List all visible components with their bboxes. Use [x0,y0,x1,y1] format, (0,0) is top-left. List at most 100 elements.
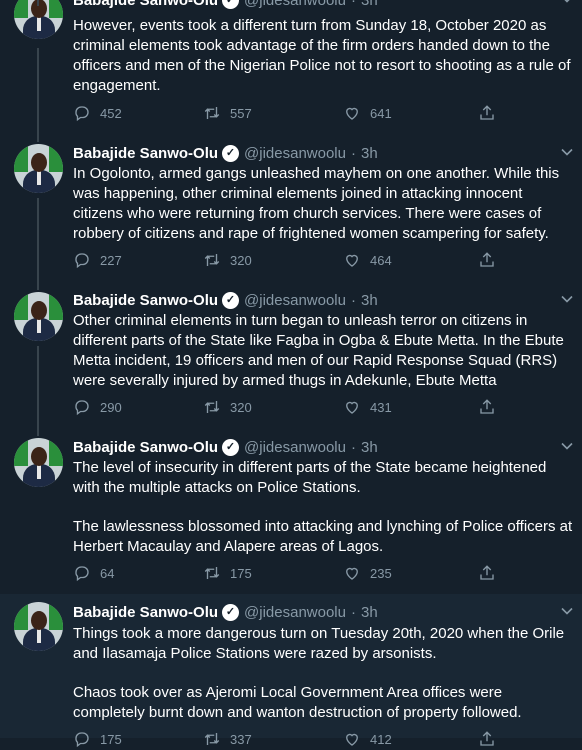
share-button[interactable] [478,104,505,122]
tweet-header: Babajide Sanwo-Olu ✓ @jidesanwoolu · 3h [73,0,378,10]
tweet-header: Babajide Sanwo-Olu ✓ @jidesanwoolu · 3h [73,144,378,162]
author-handle[interactable]: @jidesanwoolu [244,145,346,162]
tweet-text: However, events took a different turn fr… [73,17,571,94]
retweet-icon [204,107,220,119]
thread-line [37,198,39,290]
reply-count: 227 [100,252,122,268]
like-count: 641 [370,105,392,121]
verified-badge-icon: ✓ [222,438,240,456]
retweet-icon [204,254,220,266]
author-name[interactable]: Babajide Sanwo-Olu [73,604,218,621]
reply-icon [75,106,89,122]
reply-icon [75,400,89,416]
like-button[interactable]: 235 [343,564,392,582]
chevron-down-icon[interactable] [560,292,574,306]
retweet-count: 320 [230,252,252,268]
tweet-header: Babajide Sanwo-Olu ✓ @jidesanwoolu · 3h [73,438,378,456]
reply-count: 64 [100,565,115,581]
like-icon [346,401,358,414]
author-handle[interactable]: @jidesanwoolu [244,439,346,456]
tweet-actions: 452 557 641 [73,104,503,124]
tweet-header: Babajide Sanwo-Olu ✓ @jidesanwoolu · 3h [73,291,378,309]
retweet-count: 337 [230,731,252,747]
verified-badge-icon: ✓ [222,0,240,9]
author-handle[interactable]: @jidesanwoolu [244,604,346,621]
like-count: 431 [370,399,392,415]
avatar[interactable] [14,144,63,193]
reply-count: 452 [100,105,122,121]
tweet-time[interactable]: 3h [361,439,378,456]
reply-icon [75,253,89,269]
chevron-down-icon[interactable] [560,0,574,6]
chevron-down-icon[interactable] [560,145,574,159]
thread-line [37,0,39,6]
tweet-time[interactable]: 3h [361,292,378,309]
tweet-header: Babajide Sanwo-Olu ✓ @jidesanwoolu · 3h [73,603,378,621]
share-icon [480,252,494,267]
like-icon [346,107,358,120]
tweet-actions: 227 320 464 [73,251,503,271]
author-name[interactable]: Babajide Sanwo-Olu [73,292,218,309]
share-button[interactable] [478,398,505,416]
tweet[interactable]: Babajide Sanwo-Olu ✓ @jidesanwoolu · 3h … [0,290,582,436]
avatar[interactable] [14,602,63,651]
tweet[interactable]: Babajide Sanwo-Olu ✓ @jidesanwoolu · 3h … [0,594,582,748]
tweet-time[interactable]: 3h [361,604,378,621]
reply-button[interactable]: 64 [73,564,114,582]
share-icon [480,731,494,746]
tweet-text: The level of insecurity in different par… [73,459,573,555]
retweet-icon [204,733,220,745]
share-button[interactable] [478,730,505,748]
author-handle[interactable]: @jidesanwoolu [244,292,346,309]
reply-button[interactable]: 227 [73,251,122,269]
like-count: 412 [370,731,392,747]
like-button[interactable]: 464 [343,251,392,269]
thread-line [37,48,39,142]
author-name[interactable]: Babajide Sanwo-Olu [73,439,218,456]
retweet-count: 557 [230,105,252,121]
tweet-time[interactable]: 3h [361,145,378,162]
reply-button[interactable]: 290 [73,398,122,416]
share-button[interactable] [478,564,505,582]
tweet-actions: 64 175 235 [73,564,503,584]
thread-line [37,346,39,436]
retweet-button[interactable]: 557 [203,104,252,122]
avatar[interactable] [14,438,63,487]
tweet[interactable]: Babajide Sanwo-Olu ✓ @jidesanwoolu · 3h … [0,0,582,290]
like-icon [346,254,358,267]
tweet-time[interactable]: 3h [361,0,378,9]
retweet-count: 320 [230,399,252,415]
reply-button[interactable]: 452 [73,104,122,122]
share-icon [480,565,494,580]
like-icon [346,733,358,746]
retweet-button[interactable]: 175 [203,564,252,582]
verified-badge-icon: ✓ [222,603,240,621]
like-button[interactable]: 641 [343,104,392,122]
reply-count: 290 [100,399,122,415]
retweet-button[interactable]: 337 [203,730,252,748]
like-button[interactable]: 412 [343,730,392,748]
retweet-button[interactable]: 320 [203,251,252,269]
chevron-down-icon[interactable] [560,604,574,618]
author-name[interactable]: Babajide Sanwo-Olu [73,0,218,9]
reply-icon [75,566,89,582]
like-count: 235 [370,565,392,581]
reply-button[interactable]: 175 [73,730,122,748]
tweet-actions: 175 337 412 [73,730,503,750]
avatar[interactable] [14,292,63,341]
share-icon [480,105,494,120]
tweet-actions: 290 320 431 [73,398,503,418]
verified-badge-icon: ✓ [222,291,240,309]
tweet-text: Other criminal elements in turn began to… [73,312,564,389]
reply-count: 175 [100,731,122,747]
author-handle[interactable]: @jidesanwoolu [244,0,346,9]
share-button[interactable] [478,251,505,269]
tweet[interactable]: Babajide Sanwo-Olu ✓ @jidesanwoolu · 3h … [0,436,582,594]
retweet-button[interactable]: 320 [203,398,252,416]
like-button[interactable]: 431 [343,398,392,416]
author-name[interactable]: Babajide Sanwo-Olu [73,145,218,162]
tweet-text: In Ogolonto, armed gangs unleashed mayhe… [73,165,560,242]
retweet-icon [204,401,220,413]
tweet[interactable]: Babajide Sanwo-Olu ✓ @jidesanwoolu · 3h … [0,0,582,142]
chevron-down-icon[interactable] [560,439,574,453]
